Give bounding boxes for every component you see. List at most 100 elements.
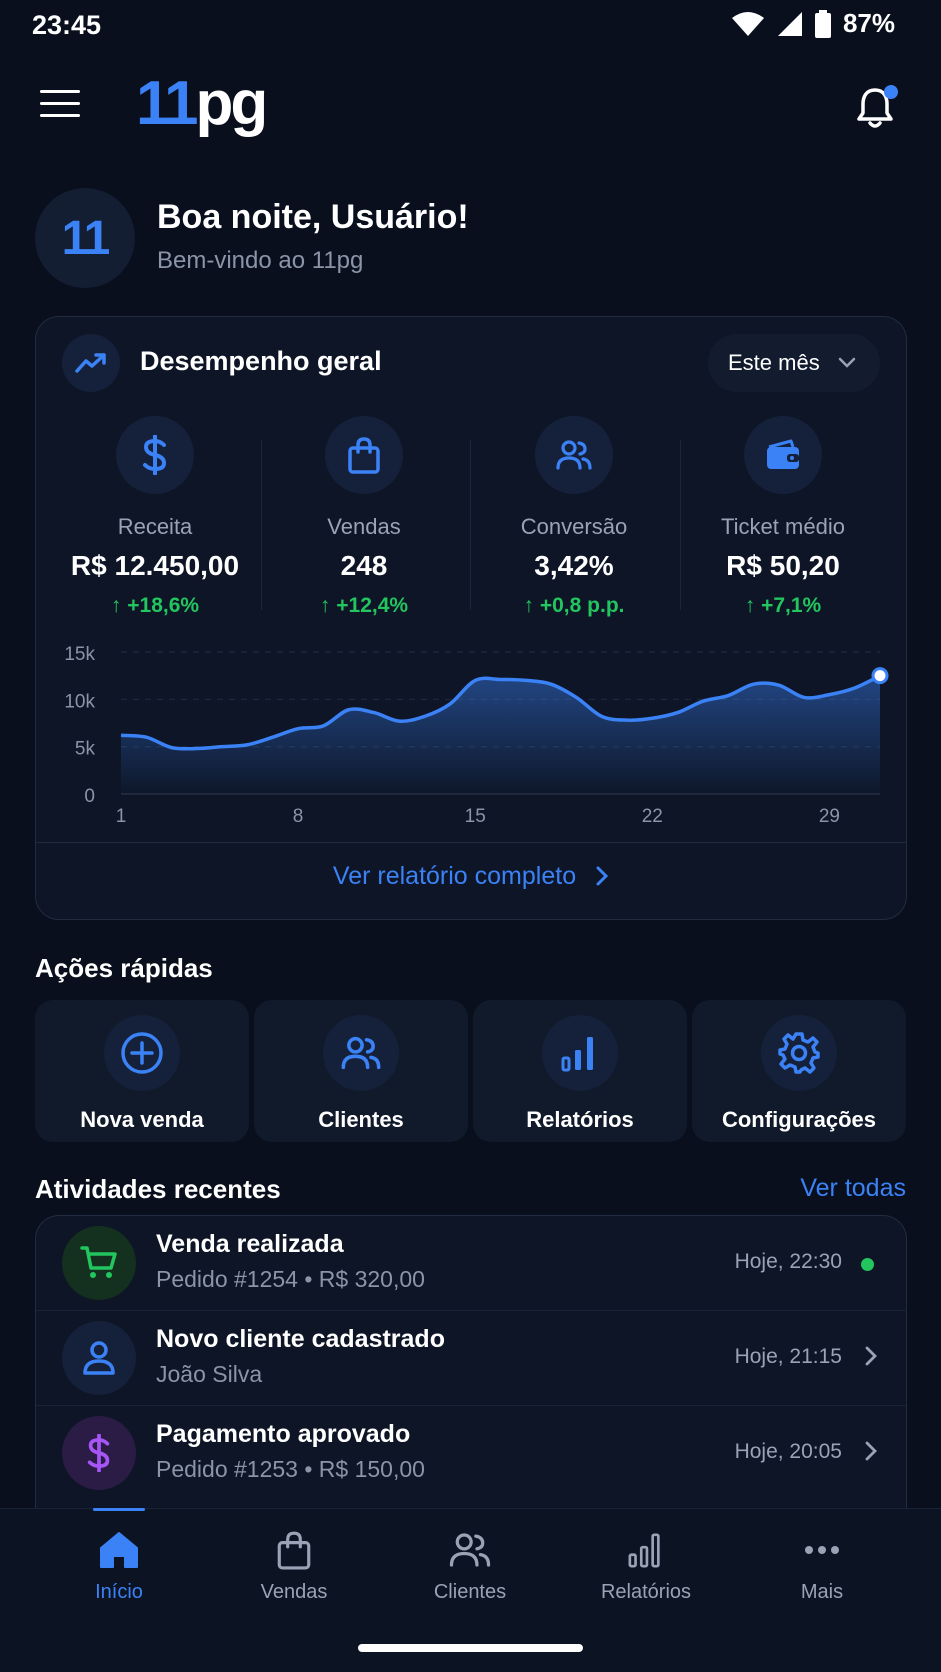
x-tick-label: 29 <box>819 806 840 827</box>
activity-subtitle: João Silva <box>156 1361 263 1387</box>
x-tick-label: 8 <box>293 806 304 827</box>
metric-delta: ↑ +7,1% <box>744 594 822 617</box>
activity-title: Pagamento aprovado <box>156 1420 411 1448</box>
recent-activity-title: Atividades recentes <box>35 1174 281 1204</box>
quick-action-reports[interactable]: Relatórios <box>473 1000 687 1142</box>
metric-value: R$ 50,20 <box>726 550 840 581</box>
see-all-link[interactable]: Ver todas <box>800 1174 906 1203</box>
quick-action-new-sale[interactable]: Nova venda <box>35 1000 249 1142</box>
metric-delta: ↑ +0,8 p.p. <box>523 594 625 617</box>
users-icon <box>535 416 613 494</box>
recent-activity-list: Venda realizada Pedido #1254 • R$ 320,00… <box>35 1215 907 1515</box>
quick-action-label: Relatórios <box>526 1107 634 1132</box>
nav-item-sales[interactable]: Vendas <box>214 1530 374 1604</box>
activity-title: Venda realizada <box>156 1230 344 1258</box>
chevron-right-icon <box>596 866 609 886</box>
activity-title: Novo cliente cadastrado <box>156 1325 445 1353</box>
activity-time: Hoje, 20:05 <box>734 1440 842 1463</box>
greeting-title: Boa noite, Usuário! <box>157 198 469 236</box>
home-icon <box>100 1532 138 1568</box>
x-tick-label: 22 <box>642 806 663 827</box>
metric-value: 248 <box>340 550 388 581</box>
metric-value: 3,42% <box>534 550 614 581</box>
list-item[interactable]: Novo cliente cadastrado João Silva Hoje,… <box>36 1311 906 1405</box>
metric-delta: ↑ +12,4% <box>319 594 409 617</box>
home-indicator[interactable] <box>358 1644 583 1652</box>
metric-label: Conversão <box>520 514 628 539</box>
wifi-icon <box>731 11 764 36</box>
trend-up-icon <box>62 334 120 392</box>
x-tick-label: 15 <box>465 806 486 827</box>
metric-sales: Vendas 248 ↑ +12,4% <box>259 416 469 618</box>
plus-circle-icon <box>104 1015 180 1091</box>
nav-item-more[interactable]: Mais <box>742 1530 902 1604</box>
gear-icon <box>761 1015 837 1091</box>
nav-item-home[interactable]: Início <box>39 1530 199 1604</box>
quick-action-label: Clientes <box>318 1107 404 1132</box>
users-icon <box>323 1015 399 1091</box>
chevron-down-icon <box>838 357 855 368</box>
last-point-marker <box>871 667 889 685</box>
bag-icon <box>277 1531 311 1570</box>
nav-label: Relatórios <box>600 1581 692 1603</box>
list-item[interactable]: Venda realizada Pedido #1254 • R$ 320,00… <box>36 1216 906 1310</box>
greeting-subtitle: Bem-vindo ao 11pg <box>157 247 364 274</box>
x-tick-label: 1 <box>116 806 127 827</box>
bar-chart-icon <box>542 1015 618 1091</box>
performance-title: Desempenho geral <box>140 346 382 376</box>
active-tab-indicator <box>93 1508 145 1511</box>
status-dot <box>861 1258 874 1271</box>
chevron-right-icon <box>865 1441 877 1461</box>
metric-value: R$ 12.450,00 <box>70 550 240 581</box>
list-item[interactable]: Pagamento aprovado Pedido #1253 • R$ 150… <box>36 1406 906 1500</box>
period-label: Este mês <box>728 350 820 375</box>
menu-icon[interactable] <box>40 90 80 122</box>
metric-label: Ticket médio <box>721 514 845 539</box>
app-logo: 11pg <box>136 69 268 138</box>
avatar[interactable]: 11 <box>35 188 135 288</box>
quick-action-clients[interactable]: Clientes <box>254 1000 468 1142</box>
metric-ticket: Ticket médio R$ 50,20 ↑ +7,1% <box>678 416 888 618</box>
chevron-right-icon <box>865 1346 877 1366</box>
nav-label: Vendas <box>260 1581 328 1603</box>
quick-action-settings[interactable]: Configurações <box>692 1000 906 1142</box>
nav-label: Clientes <box>433 1581 507 1603</box>
full-report-link[interactable]: Ver relatório completo <box>36 862 906 891</box>
metric-label: Receita <box>117 514 193 539</box>
cart-icon <box>62 1226 136 1300</box>
card-divider <box>36 842 906 843</box>
y-tick-label: 15k <box>64 644 95 665</box>
nav-label: Mais <box>800 1581 844 1603</box>
user-icon <box>62 1321 136 1395</box>
notification-bell-icon[interactable] <box>855 84 899 132</box>
activity-time: Hoje, 22:30 <box>734 1250 842 1273</box>
activity-subtitle: Pedido #1253 • R$ 150,00 <box>156 1456 425 1482</box>
wallet-icon <box>744 416 822 494</box>
metric-conversion: Conversão 3,42% ↑ +0,8 p.p. <box>469 416 679 618</box>
area-fill <box>121 675 880 794</box>
signal-icon <box>777 11 802 36</box>
status-icons: 87% <box>731 8 895 39</box>
y-tick-label: 0 <box>84 786 95 807</box>
activity-time: Hoje, 21:15 <box>734 1345 842 1368</box>
bag-icon <box>325 416 403 494</box>
bar-chart-icon <box>628 1533 660 1568</box>
battery-icon <box>814 9 831 38</box>
revenue-chart: 15k 10k 5k 01 8 15 22 29 <box>64 644 889 827</box>
dollar-icon <box>116 416 194 494</box>
metric-label: Vendas <box>327 514 401 539</box>
y-tick-label: 10k <box>64 691 95 712</box>
more-icon <box>805 1546 839 1554</box>
nav-label: Início <box>95 1581 143 1603</box>
period-dropdown[interactable]: Este mês <box>708 334 880 392</box>
nav-item-clients[interactable]: Clientes <box>390 1530 550 1604</box>
quick-actions-title: Ações rápidas <box>35 953 213 983</box>
activity-subtitle: Pedido #1254 • R$ 320,00 <box>156 1266 425 1292</box>
quick-action-label: Configurações <box>721 1107 877 1132</box>
metric-revenue: Receita R$ 12.450,00 ↑ +18,6% <box>50 416 260 618</box>
status-time: 23:45 <box>32 10 102 40</box>
y-tick-label: 5k <box>75 739 96 760</box>
metric-delta: ↑ +18,6% <box>110 594 200 617</box>
nav-item-reports[interactable]: Relatórios <box>566 1530 726 1604</box>
users-icon <box>449 1533 491 1567</box>
